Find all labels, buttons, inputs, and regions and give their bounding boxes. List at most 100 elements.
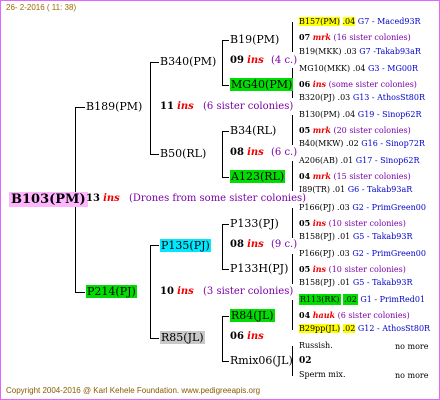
leaf-value: .04 [352,64,366,73]
leaf-queen[interactable]: B40(MKW) [299,139,343,148]
tree-line [222,131,223,177]
leaf-count: 07 [299,32,311,42]
tree-line [292,300,293,330]
leaf-queen[interactable]: Sperm mix. [299,370,346,379]
leaf-queen[interactable]: B130(PM) [299,110,340,119]
leaf-row: A206(AB) .01 G17 - Sinop62R [299,157,419,165]
leaf-value: .02 [343,294,358,305]
leaf-row: B158(PJ) .01 G5 - Takab93R [299,233,413,241]
leaf-row: MG10(MKK) .04 G3 - MG00R [299,65,418,73]
leaf-queen[interactable]: B158(PJ) [299,232,335,241]
leaf-queen[interactable]: P166(PJ) [299,249,334,258]
r85-drone-info: 06 ins [230,332,264,342]
queen-p133h[interactable]: P133H(PJ) [230,263,288,274]
leaf-row: P166(PJ) .03 G2 - PrimGreen00 [299,250,426,258]
leaf-row: I89(TR) .01 G6 - Takab93aR [299,186,412,194]
leaf-mark: hauk [312,310,336,320]
leaf-count: 05 [299,218,311,228]
leaf-origin: G5 - Takab93R [352,278,413,287]
dam-ins: ins [177,286,194,297]
b50-drone-info: 08 ins (6 c.) [230,148,297,158]
leaf-queen[interactable]: B320(PJ) [299,93,335,102]
tree-line [75,107,85,108]
leaf-queen[interactable]: B157(PM) [299,17,340,26]
sire-queen[interactable]: B189(PM) [86,101,142,112]
p135-drone-info: 08 ins (9 c.) [230,240,297,250]
leaf-queen[interactable]: P166(PJ) [299,203,334,212]
tree-line [222,316,223,361]
leaf-queen[interactable]: A206(AB) [299,156,338,165]
tree-line [222,316,229,317]
b50-ins: ins [247,147,264,158]
queen-r85[interactable]: R85(JL) [160,331,205,344]
root-count: 13 [86,193,100,204]
leaf-row: B19(MKK) .03 G7 -Takab93aR [299,48,421,56]
leaf-value: .04 [342,17,356,26]
b340-note: (4 c.) [271,55,298,66]
leaf-queen[interactable]: B158(PJ) [299,278,335,287]
tree-line [150,245,159,246]
leaf-row: B157(PM) .04 G7 - Maced93R [299,17,421,26]
sire-drone-info: 11 ins (6 sister colonies) [160,102,293,112]
queen-b34[interactable]: B34(RL) [230,125,276,136]
leaf-origin: G7 - Maced93R [357,17,421,26]
p135-note: (9 c.) [271,239,298,250]
queen-b50[interactable]: B50(RL) [160,148,206,159]
leaf-value: .04 [342,110,356,119]
leaf-row: 06 ins (some sister colonies) [299,80,417,89]
tree-line [222,40,223,85]
leaf-queen[interactable]: B29pp(JL) [299,324,341,333]
queen-b340[interactable]: B340(PM) [160,56,216,67]
queen-p133[interactable]: P133(PJ) [230,218,279,229]
tree-line [150,62,159,63]
leaf-queen[interactable]: R113(RK) [299,294,341,305]
leaf-queen[interactable]: Russish. [299,341,333,350]
sire-count: 11 [160,101,174,112]
leaf-mark: mrk [312,171,331,181]
leaf-note: (16 sister colonies) [333,33,411,42]
p135-count: 08 [230,239,244,250]
leaf-value: .03 [337,203,350,212]
leaf-note: (20 sister colonies) [333,126,411,135]
b50-note: (6 c.) [271,147,298,158]
leaf-queen[interactable]: I89(TR) [299,185,330,194]
queen-b19[interactable]: B19(PM) [230,34,279,45]
sire-ins: ins [177,101,194,112]
tree-line [222,177,229,178]
dam-drone-info: 10 ins (3 sister colonies) [160,287,293,297]
copyright-footer: Copyright 2004-2016 @ Karl Kehele Founda… [6,386,261,395]
dam-count: 10 [160,286,174,297]
queen-rmix06[interactable]: Rmix06(JL) [230,355,293,366]
queen-mg40[interactable]: MG40(PM) [230,78,294,91]
leaf-value: .01 [337,232,351,241]
dam-queen[interactable]: P214(PJ) [86,285,137,298]
leaf-origin: G2 - PrimGreen00 [352,249,426,258]
leaf-origin: G19 - Sinop62R [357,110,422,119]
dam-note: (3 sister colonies) [203,286,294,297]
p135-ins: ins [247,239,264,250]
leaf-origin: G12 - AthosSt80R [357,324,431,333]
queen-a123[interactable]: A123(RL) [230,170,286,183]
leaf-row: B158(PJ) .01 G5 - Takab93R [299,279,413,287]
leaf-queen[interactable]: B19(MKK) [299,47,341,56]
leaf-row: 05 ins (10 sister colonies) [299,265,406,274]
leaf-origin: G2 - PrimGreen00 [352,203,426,212]
queen-p135[interactable]: P135(PJ) [160,239,211,252]
root-queen[interactable]: B103(PM) [9,192,88,207]
leaf-row: B29pp(JL) .02 G12 - AthosSt80R [299,324,431,333]
leaf-origin: G17 - Sinop62R [355,156,420,165]
leaf-note: (15 sister colonies) [333,172,411,181]
b50-count: 08 [230,147,244,158]
leaf-mark: ins [312,264,327,274]
leaf-queen[interactable]: MG10(MKK) [299,64,350,73]
leaf-note: (6 sister colonies) [337,311,410,320]
tree-line [222,131,229,132]
leaf-count: 04 [299,310,311,320]
queen-r84[interactable]: R84(JL) [230,309,275,322]
tree-line [292,22,293,52]
leaf-row: B130(PM) .04 G19 - Sinop62R [299,111,422,119]
leaf-origin: G7 -Takab93aR [359,47,421,56]
leaf-value: .02 [342,324,356,333]
leaf-mark: ins [312,79,327,89]
tree-line [150,62,151,154]
